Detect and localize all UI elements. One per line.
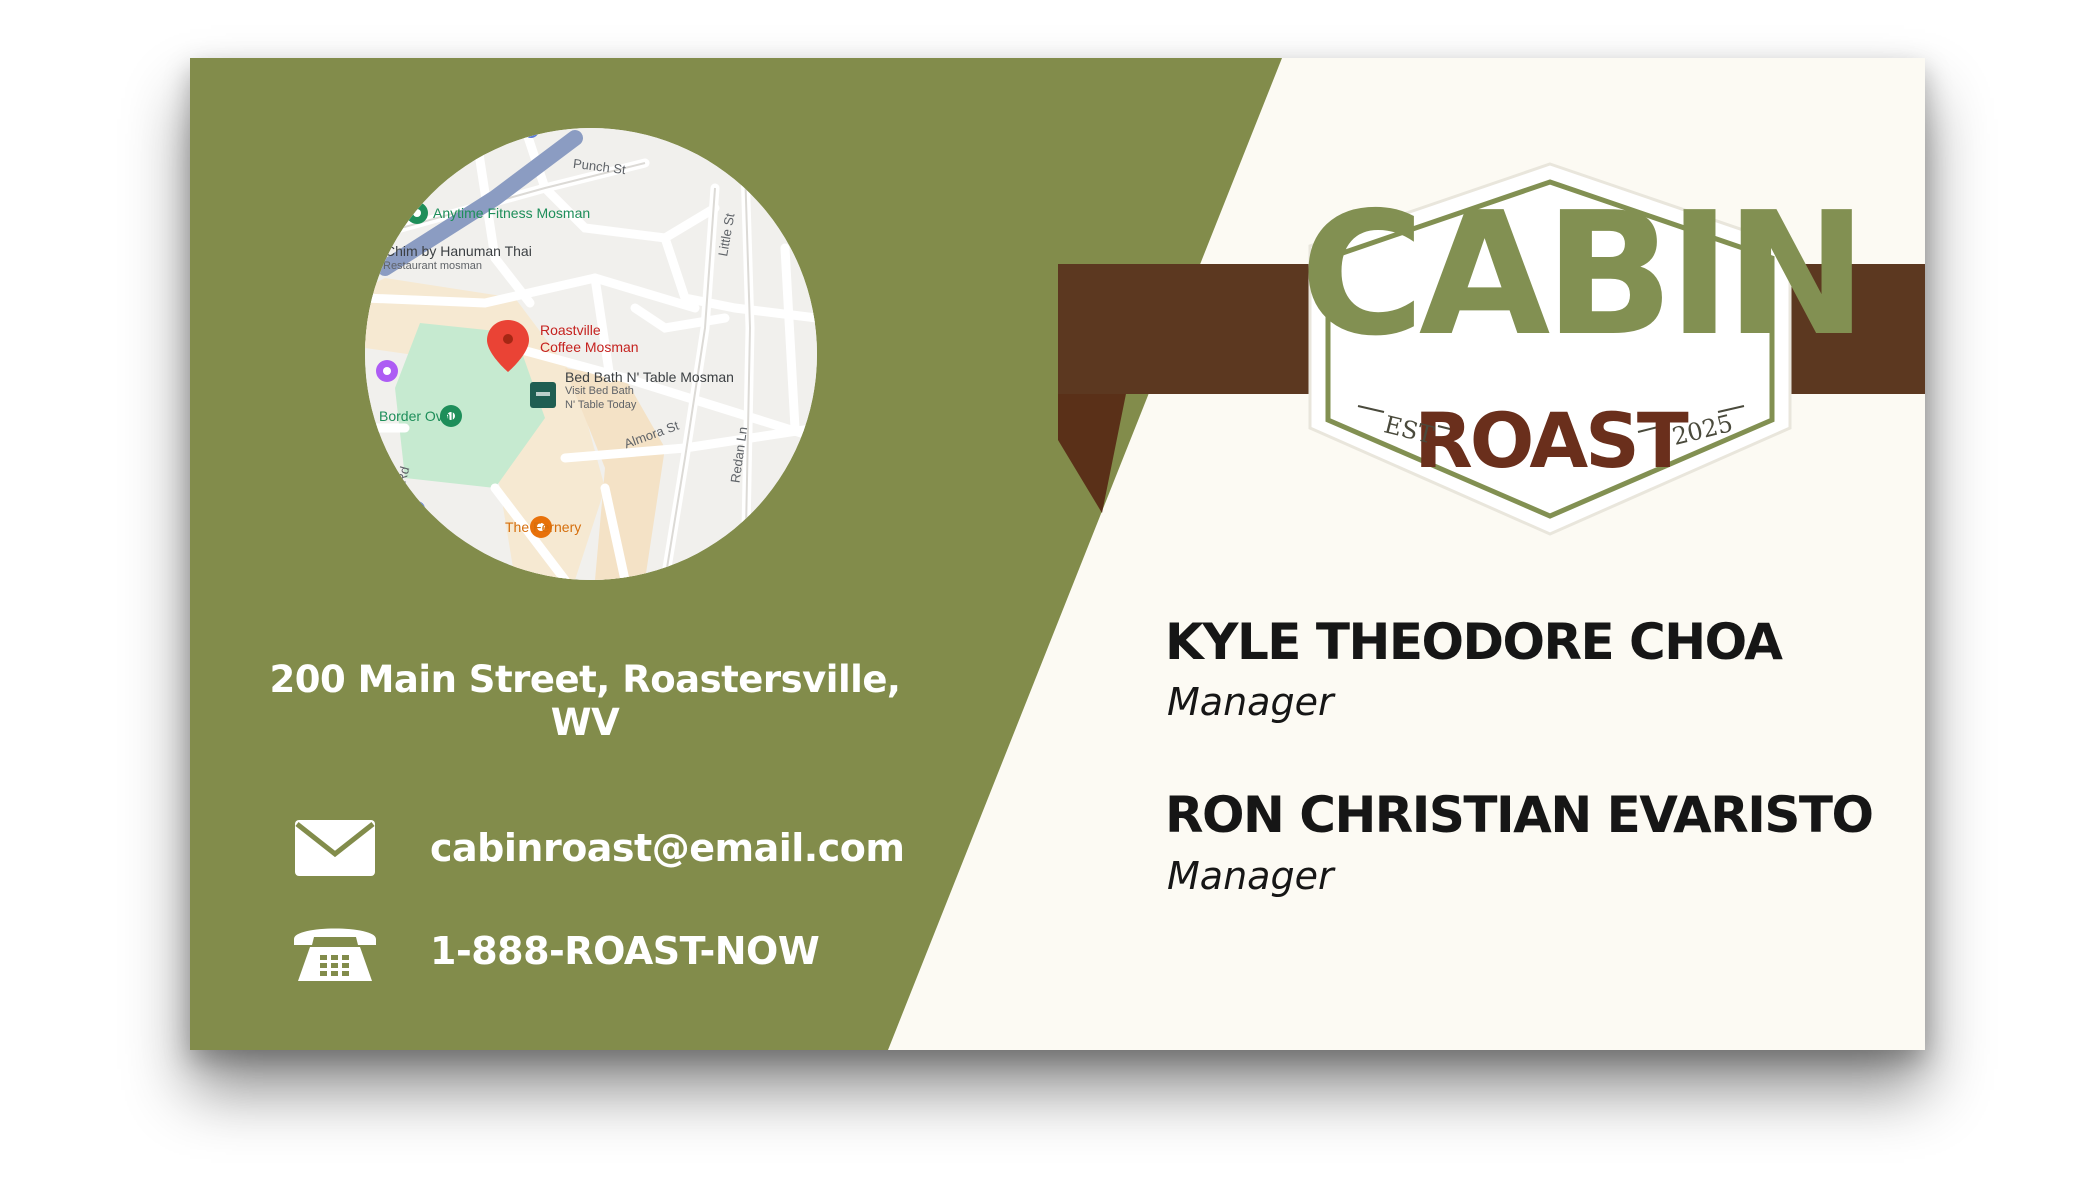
person-role-1: Manager bbox=[1167, 680, 1334, 724]
person-role-2: Manager bbox=[1167, 854, 1334, 898]
person-name-1: KYLE THEODORE CHOA bbox=[1165, 613, 1783, 671]
map-poi-chim-sub: Restaurant mosman bbox=[383, 260, 483, 272]
page: Punch St Anytime Fitness Mosman Chim by … bbox=[0, 0, 2100, 1200]
map-poi-bedbath-sub2: N' Table Today bbox=[565, 399, 637, 411]
telephone-icon bbox=[290, 916, 380, 986]
phone-row[interactable]: 1-888-ROAST-NOW bbox=[290, 911, 820, 991]
map-poi-bedbath-sub1: Visit Bed Bath bbox=[565, 385, 634, 397]
map-poi-bedbath: Bed Bath N' Table Mosman bbox=[565, 369, 734, 385]
address-text: 200 Main Street, Roastersville, WV bbox=[269, 658, 901, 744]
map-poi-roastville: Roastville bbox=[540, 322, 601, 338]
person-name-2: RON CHRISTIAN EVARISTO bbox=[1165, 786, 1874, 844]
map-poi-roastville-sub: Coffee Mosman bbox=[540, 339, 639, 355]
email-text[interactable]: cabinroast@email.com bbox=[430, 826, 905, 870]
map-poi-border-oval: Border Oval bbox=[379, 408, 454, 424]
cabin-roast-logo: CABIN ROAST EST 2025 bbox=[1300, 158, 1867, 540]
business-card: Punch St Anytime Fitness Mosman Chim by … bbox=[190, 58, 1925, 1050]
map-poi-chim: Chim by Hanuman Thai bbox=[385, 243, 532, 259]
map-poi-fernery: The Fernery bbox=[505, 519, 582, 535]
email-row[interactable]: cabinroast@email.com bbox=[290, 808, 905, 888]
location-map[interactable]: Punch St Anytime Fitness Mosman Chim by … bbox=[365, 128, 817, 580]
phone-text[interactable]: 1-888-ROAST-NOW bbox=[430, 929, 820, 973]
logo-word-cabin: CABIN bbox=[1300, 176, 1867, 374]
map-poi-fitness: Anytime Fitness Mosman bbox=[433, 205, 591, 221]
envelope-icon bbox=[290, 813, 380, 883]
